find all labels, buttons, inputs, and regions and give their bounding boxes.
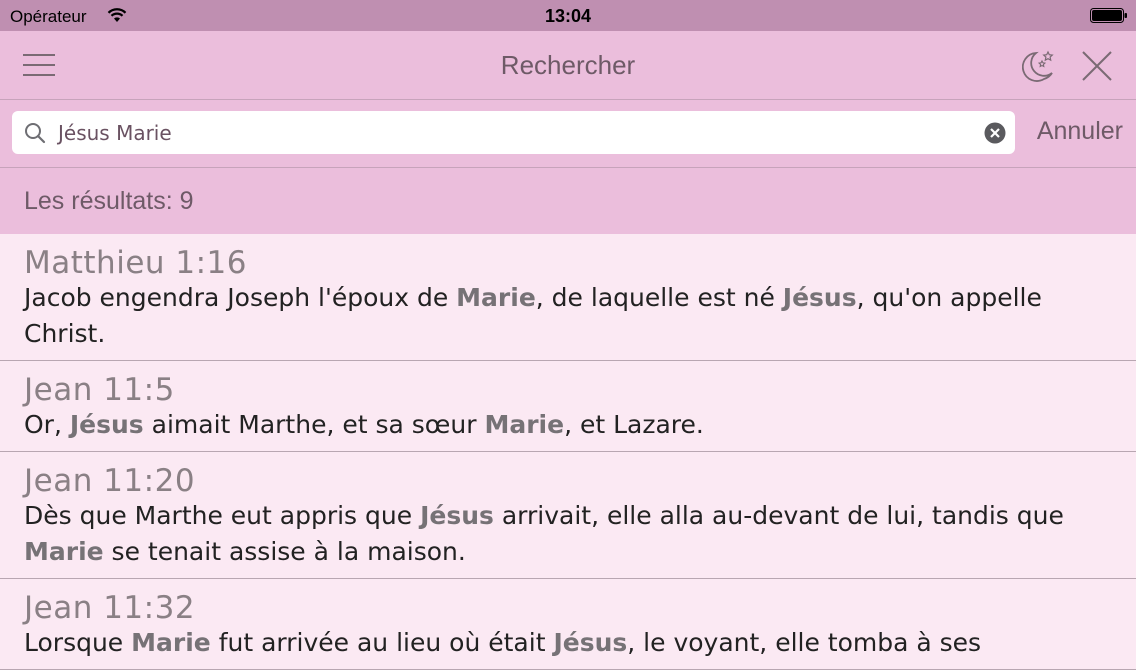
page-title: Rechercher	[500, 50, 636, 80]
moon-stars-icon[interactable]	[1021, 48, 1058, 88]
battery-icon	[1090, 8, 1128, 23]
cancel-button[interactable]: Annuler	[1037, 117, 1123, 146]
search-input[interactable]: Jésus Marie	[58, 121, 172, 145]
verse-text-segment: Lorsque	[24, 628, 132, 657]
clear-search-icon[interactable]	[984, 122, 1006, 148]
search-bar: Jésus Marie Annuler	[0, 100, 1136, 168]
clock: 13:04	[544, 6, 592, 26]
result-row[interactable]: Matthieu 1:16 Jacob engendra Joseph l'épo…	[0, 234, 1136, 361]
verse-text-segment: se tenait assise à la maison.	[103, 537, 466, 566]
verse-text-segment: aimait Marthe, et sa sœur	[143, 410, 485, 439]
highlighted-term: Jésus	[69, 410, 144, 439]
verse-text-segment: Dès que Marthe eut appris que	[24, 501, 421, 530]
highlighted-term: Jésus	[553, 628, 628, 657]
highlighted-term: Marie	[131, 628, 211, 657]
search-field[interactable]: Jésus Marie	[12, 111, 1015, 154]
close-icon[interactable]	[1081, 50, 1113, 86]
verse-reference: Jean 11:20	[24, 463, 196, 499]
nav-bar: Rechercher	[0, 31, 1136, 100]
verse-text: Lorsque Marie fut arrivée au lieu où éta…	[24, 625, 1112, 661]
verse-text: Dès que Marthe eut appris que Jésus arri…	[24, 498, 1112, 570]
verse-reference: Jean 11:5	[24, 372, 175, 408]
results-count: Les résultats: 9	[24, 187, 194, 215]
verse-text: Or, Jésus aimait Marthe, et sa sœur Mari…	[24, 407, 1112, 443]
result-row[interactable]: Jean 11:20 Dès que Marthe eut appris que …	[0, 452, 1136, 579]
highlighted-term: Marie	[484, 410, 565, 439]
verse-text-segment: , de laquelle est né	[535, 283, 783, 312]
verse-reference: Jean 11:32	[24, 590, 196, 626]
result-row[interactable]: Jean 11:32 Lorsque Marie fut arrivée au l…	[0, 579, 1136, 670]
verse-text-segment: arrivait, elle alla au-devant de lui, ta…	[493, 501, 1064, 530]
results-header: Les résultats: 9	[0, 168, 1136, 234]
highlighted-term: Jésus	[420, 501, 494, 530]
verse-text-segment: fut arrivée au lieu où était	[210, 628, 554, 657]
verse-text-segment: , le voyant, elle tomba à ses	[627, 628, 982, 657]
verse-text: Jacob engendra Joseph l'époux de Marie, …	[24, 280, 1112, 352]
verse-text-segment: Jacob engendra Joseph l'époux de	[24, 283, 457, 312]
highlighted-term: Marie	[24, 537, 104, 566]
result-row[interactable]: Jean 11:5 Or, Jésus aimait Marthe, et sa …	[0, 361, 1136, 452]
verse-reference: Matthieu 1:16	[24, 245, 248, 281]
search-icon	[24, 122, 46, 148]
verse-text-segment: , et Lazare.	[564, 410, 704, 439]
verse-text-segment: Or,	[24, 410, 70, 439]
status-bar: Opérateur 13:04	[0, 0, 1136, 31]
results-list: Matthieu 1:16 Jacob engendra Joseph l'épo…	[0, 234, 1136, 670]
highlighted-term: Marie	[456, 283, 536, 312]
highlighted-term: Jésus	[782, 283, 857, 312]
